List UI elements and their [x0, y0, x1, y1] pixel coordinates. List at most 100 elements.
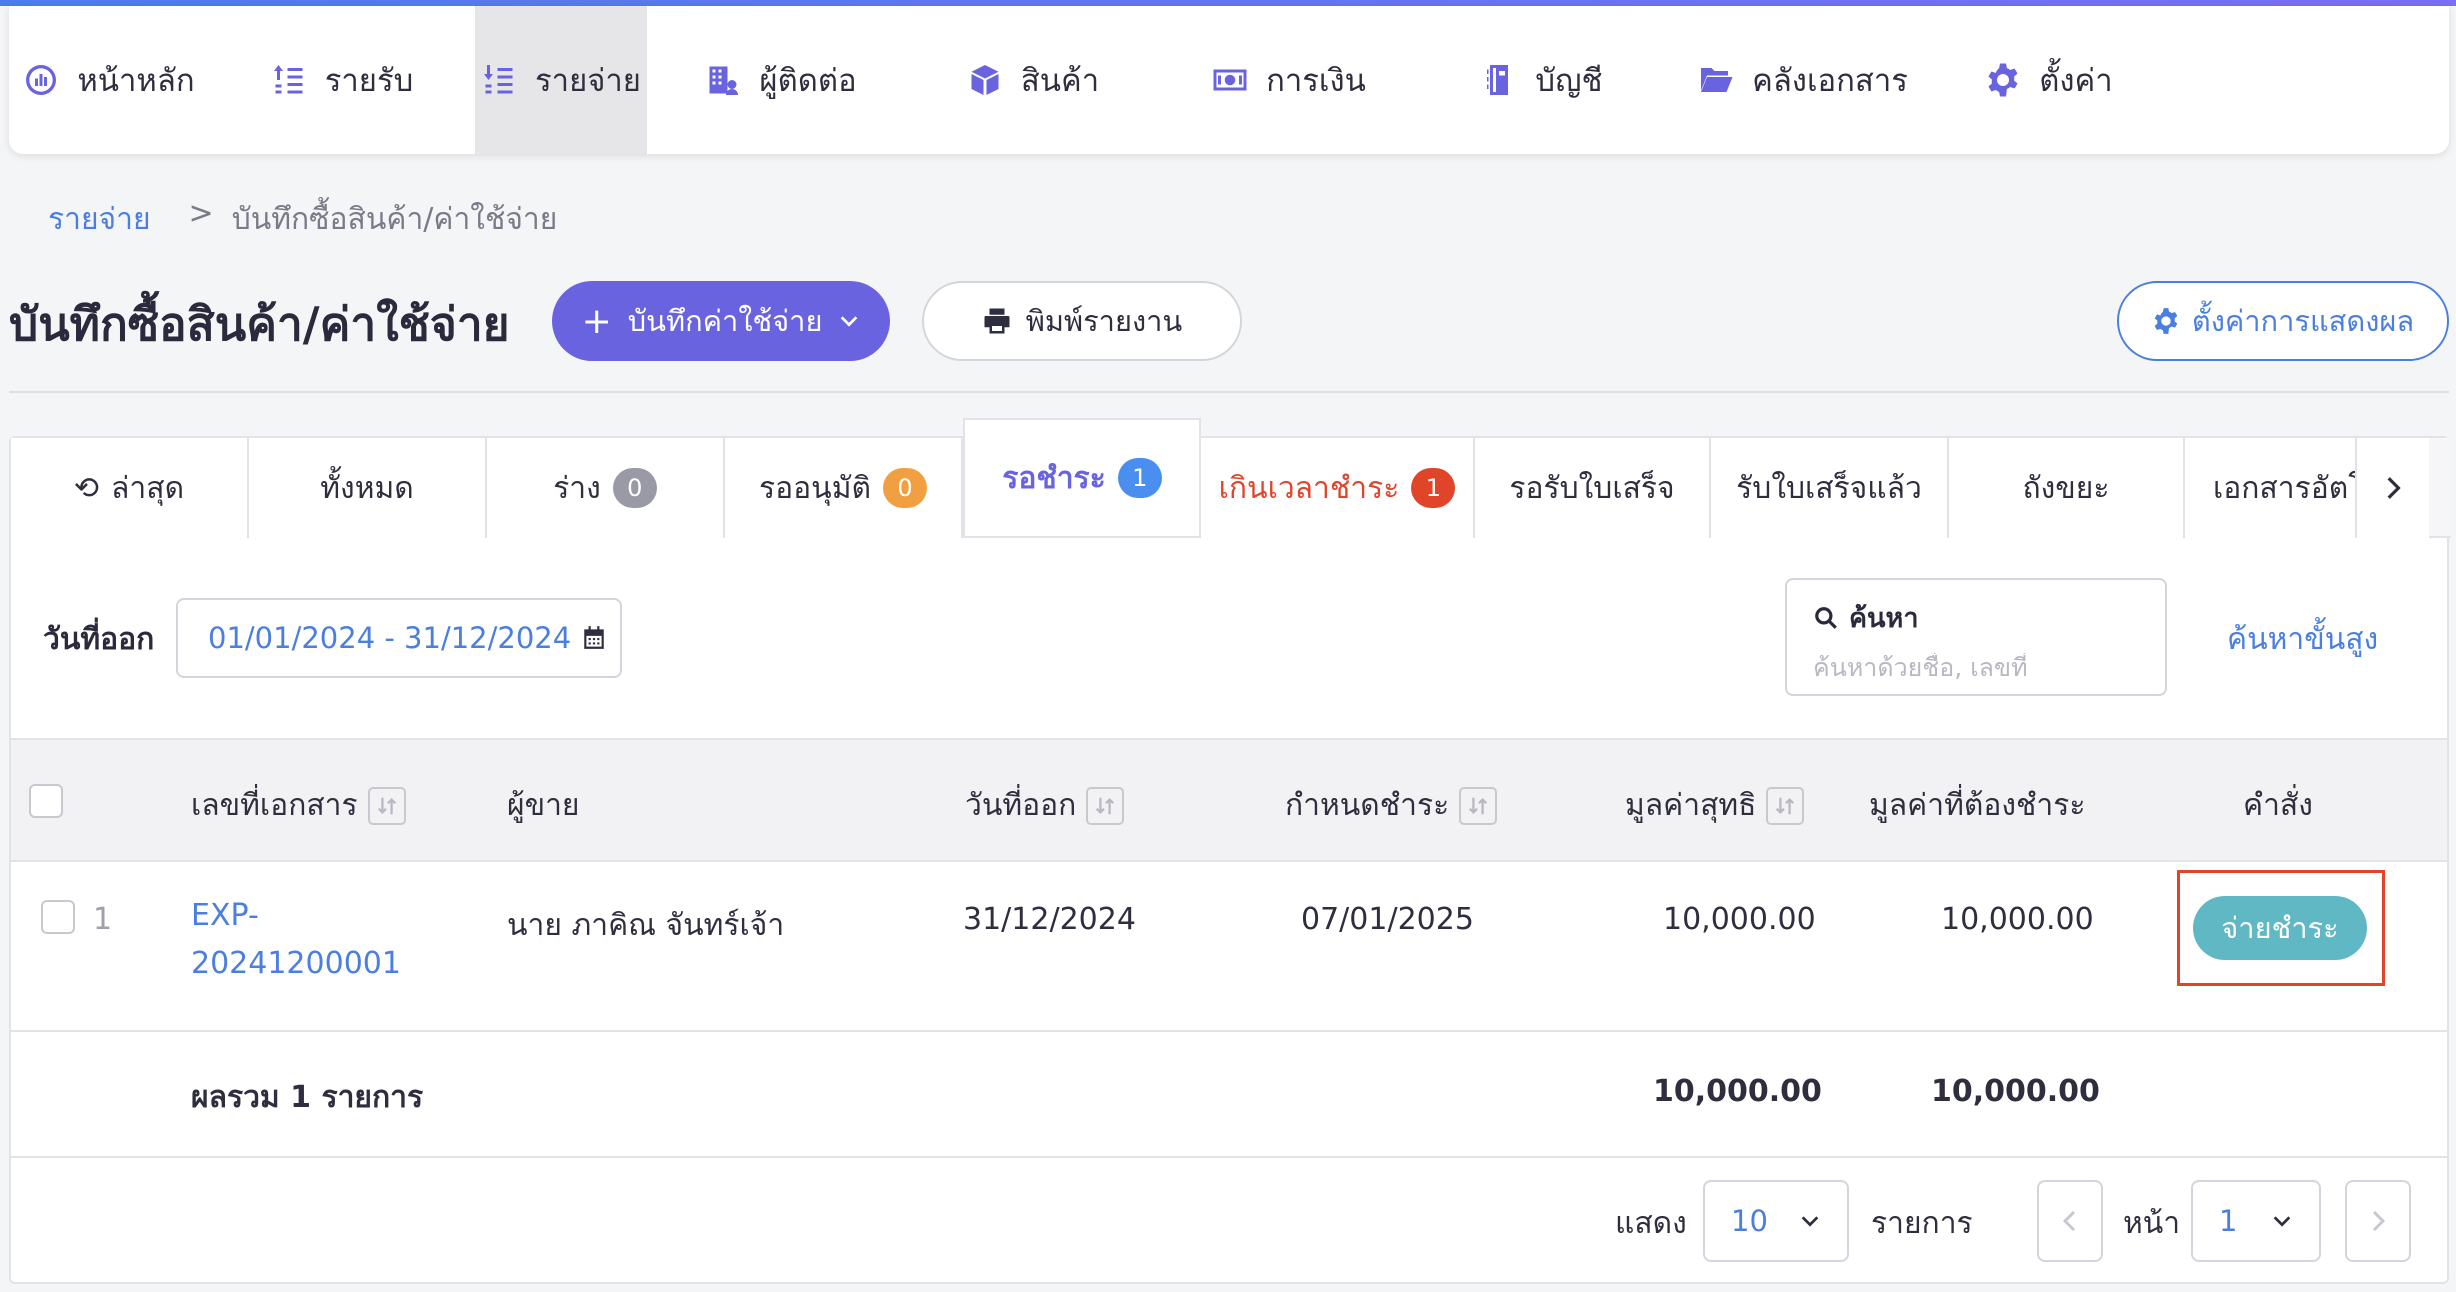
nav-item-accounting[interactable]: บัญชี — [1427, 6, 1657, 154]
column-action: คำสั่ง — [2243, 782, 2313, 829]
column-label: วันที่ออก — [965, 788, 1077, 823]
select-all-checkbox[interactable] — [29, 784, 63, 818]
nav-item-label: หน้าหลัก — [77, 63, 195, 99]
next-page-button[interactable] — [2345, 1180, 2411, 1262]
nav-item-products[interactable]: สินค้า — [915, 6, 1151, 154]
show-label: แสดง — [1615, 1206, 1687, 1241]
tab-draft[interactable]: ร่าง 0 — [487, 438, 725, 538]
status-tabs: ⟲ ล่าสุด ทั้งหมด ร่าง 0 รออนุมัติ 0 รอชำ… — [11, 418, 2451, 538]
breadcrumb-parent-link[interactable]: รายจ่าย — [48, 196, 151, 243]
tab-label: เกินเวลาชำระ — [1218, 470, 1400, 506]
tab-awaiting-receipt[interactable]: รอรับใบเสร็จ — [1475, 438, 1711, 538]
tab-all[interactable]: ทั้งหมด — [249, 438, 487, 538]
total-net-value: 10,000.00 — [1653, 1074, 1822, 1109]
tab-trash[interactable]: ถังขยะ — [1949, 438, 2185, 538]
tab-automatic-documents[interactable]: เอกสารอัตโน — [2185, 438, 2357, 538]
page-size-select[interactable]: 10 — [1703, 1180, 1849, 1262]
column-label: มูลค่าที่ต้องชำระ — [1869, 788, 2086, 823]
total-amount-due: 10,000.00 — [1931, 1074, 2100, 1109]
print-report-button[interactable]: พิมพ์รายงาน — [922, 281, 1242, 361]
tab-awaiting-approval[interactable]: รออนุมัติ 0 — [725, 438, 963, 538]
pay-button[interactable]: จ่ายชำระ — [2193, 896, 2367, 960]
tabs-next-button[interactable] — [2357, 438, 2429, 538]
page-label: หน้า — [2123, 1206, 2181, 1241]
tab-label: ล่าสุด — [111, 470, 185, 506]
tab-overdue[interactable]: เกินเวลาชำระ 1 — [1201, 438, 1475, 538]
nav-item-label: บัญชี — [1535, 63, 1603, 99]
column-label: มูลค่าสุทธิ — [1625, 788, 1757, 823]
nav-item-income[interactable]: รายรับ — [209, 6, 475, 154]
tab-label: เอกสารอัตโน — [2213, 470, 2355, 506]
header-divider — [9, 391, 2449, 393]
nav-item-label: คลังเอกสาร — [1752, 63, 1908, 99]
nav-item-label: ตั้งค่า — [2039, 63, 2113, 99]
expense-icon — [484, 65, 513, 94]
product-box-icon — [971, 65, 999, 95]
row-checkbox[interactable] — [41, 900, 75, 934]
search-box[interactable]: ค้นหา — [1785, 578, 2167, 696]
nav-item-finance[interactable]: การเงิน — [1151, 6, 1427, 154]
history-icon: ⟲ — [73, 470, 100, 506]
expense-list-panel: ⟲ ล่าสุด ทั้งหมด ร่าง 0 รออนุมัติ 0 รอชำ… — [9, 418, 2451, 1284]
row-index: 1 — [93, 902, 113, 937]
tab-label: รอรับใบเสร็จ — [1509, 470, 1675, 506]
search-input[interactable] — [1813, 653, 2143, 682]
gear-icon — [1988, 63, 2018, 97]
net-value: 10,000.00 — [1663, 902, 1816, 937]
column-net-value[interactable]: มูลค่าสุทธิ — [1625, 782, 1805, 829]
column-label: กำหนดชำระ — [1285, 788, 1450, 823]
chevron-right-icon — [2387, 477, 2401, 499]
tab-receipt-received[interactable]: รับใบเสร็จแล้ว — [1711, 438, 1949, 538]
document-number-link[interactable]: EXP- 20241200001 — [191, 892, 401, 988]
contacts-icon — [709, 66, 739, 95]
document-number-prefix: EXP- — [191, 898, 259, 933]
tab-count-badge: 0 — [612, 468, 657, 508]
dashboard-icon — [26, 65, 57, 95]
page-title: บันทึกซื้อสินค้า/ค่าใช้จ่าย — [9, 297, 510, 351]
previous-page-button[interactable] — [2037, 1180, 2103, 1262]
date-range-picker[interactable]: 01/01/2024 - 31/12/2024 — [176, 598, 622, 678]
sort-icon[interactable] — [367, 786, 406, 825]
column-vendor: ผู้ขาย — [507, 782, 580, 829]
nav-item-documents[interactable]: คลังเอกสาร — [1657, 6, 1949, 154]
money-icon — [1213, 69, 1247, 91]
tab-latest[interactable]: ⟲ ล่าสุด — [11, 438, 249, 538]
search-icon — [1815, 606, 1837, 629]
document-number-suffix: 20241200001 — [191, 946, 401, 981]
main-nav: หน้าหลัก รายรับ รายจ่าย ผู้ติดต่อ สินค้า… — [9, 6, 2449, 154]
column-amount-due: มูลค่าที่ต้องชำระ — [1869, 782, 2085, 829]
display-settings-label: ตั้งค่าการแสดงผล — [2191, 304, 2415, 338]
sort-icon[interactable] — [1086, 786, 1125, 825]
column-label: เลขที่เอกสาร — [191, 788, 358, 823]
tab-count-badge: 1 — [1411, 468, 1456, 508]
nav-item-dashboard[interactable]: หน้าหลัก — [9, 6, 209, 154]
tab-awaiting-payment[interactable]: รอชำระ 1 — [963, 418, 1201, 536]
page-select[interactable]: 1 — [2191, 1180, 2321, 1262]
add-expense-button[interactable]: + บันทึกค่าใช้จ่าย — [552, 281, 890, 361]
column-label: ผู้ขาย — [507, 788, 580, 823]
chevron-down-icon — [1801, 1216, 1819, 1227]
display-settings-button[interactable]: ตั้งค่าการแสดงผล — [2117, 281, 2449, 361]
nav-item-settings[interactable]: ตั้งค่า — [1949, 6, 2149, 154]
nav-item-expense[interactable]: รายจ่าย — [475, 6, 647, 154]
tab-count-badge: 1 — [1117, 458, 1162, 498]
search-label-row: ค้นหา — [1813, 596, 2139, 639]
search-label: ค้นหา — [1849, 603, 1919, 634]
column-doc-no[interactable]: เลขที่เอกสาร — [191, 782, 406, 829]
column-due-date[interactable]: กำหนดชำระ — [1285, 782, 1498, 829]
nav-item-contacts[interactable]: ผู้ติดต่อ — [647, 6, 915, 154]
page-value: 1 — [2219, 1204, 2238, 1238]
sort-icon[interactable] — [1459, 786, 1498, 825]
advanced-search-link[interactable]: ค้นหาขั้นสูง — [2227, 616, 2378, 663]
column-issue-date[interactable]: วันที่ออก — [965, 782, 1125, 829]
amount-due: 10,000.00 — [1941, 902, 2094, 937]
gear-icon — [2154, 308, 2178, 334]
page-size-value: 10 — [1731, 1204, 1768, 1238]
tab-label: ทั้งหมด — [320, 470, 414, 506]
tab-label: รอชำระ — [1002, 460, 1106, 496]
tab-label: ถังขยะ — [2022, 470, 2110, 506]
sort-icon[interactable] — [1766, 786, 1805, 825]
nav-item-label: ผู้ติดต่อ — [759, 63, 857, 99]
tab-label: รออนุมัติ — [759, 470, 871, 506]
add-expense-label: บันทึกค่าใช้จ่าย — [627, 304, 823, 338]
